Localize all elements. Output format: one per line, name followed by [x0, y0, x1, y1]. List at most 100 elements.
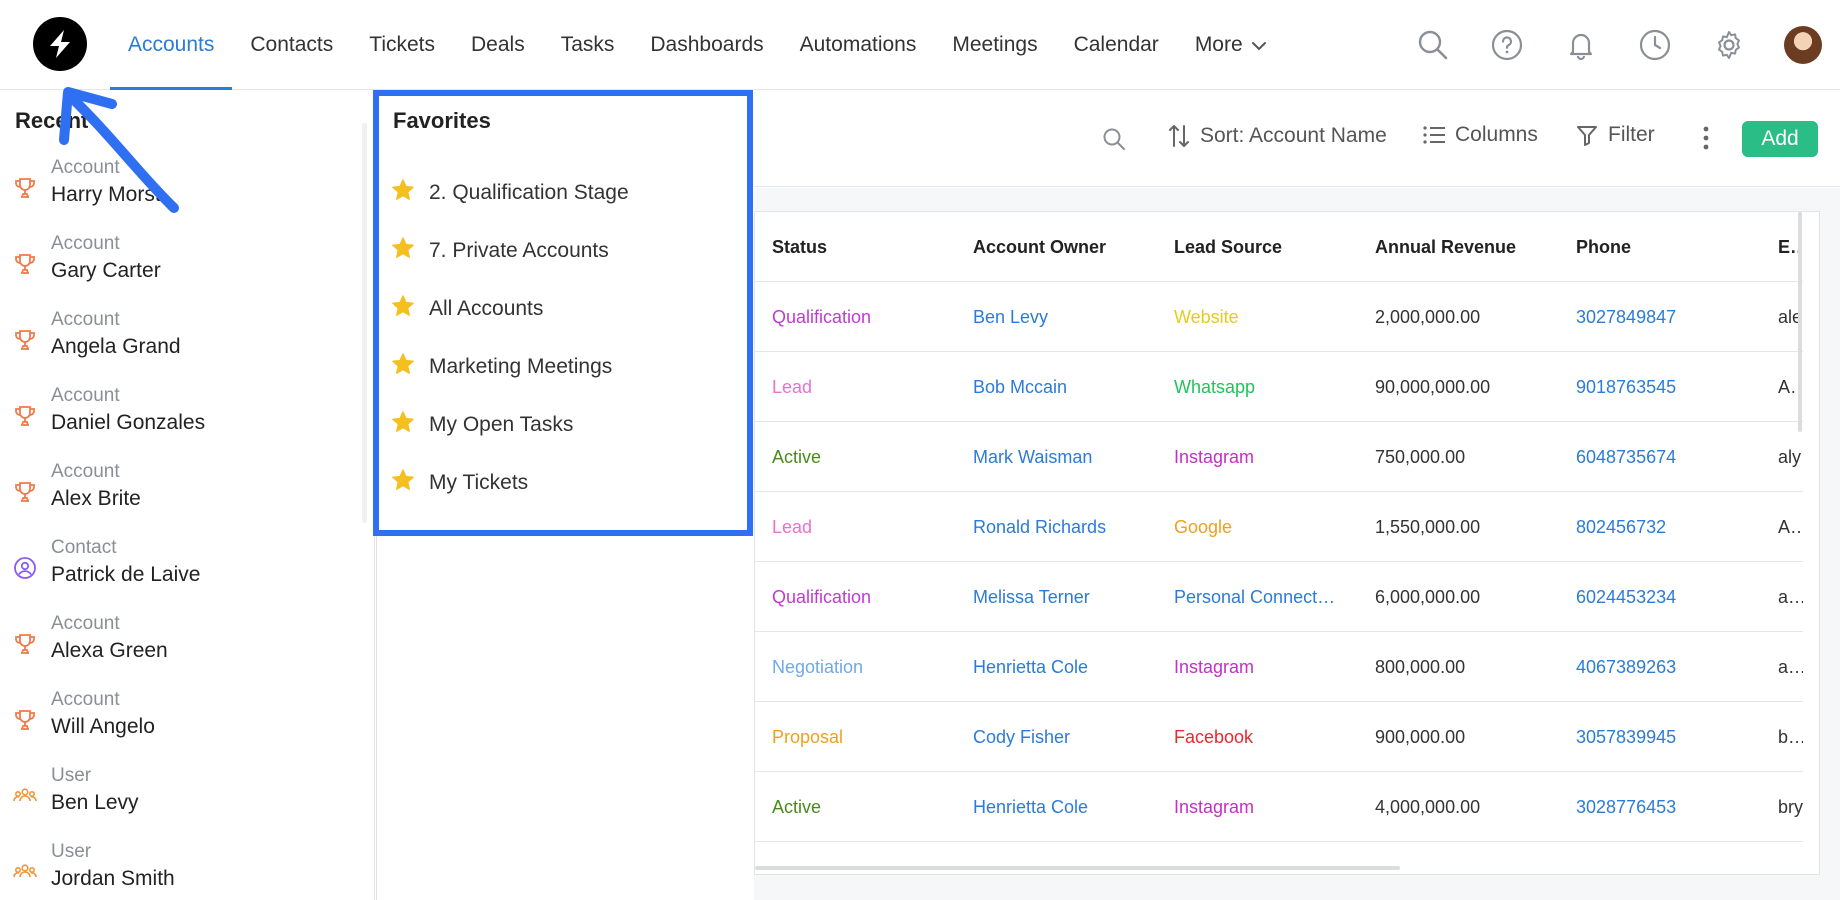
search-icon[interactable]: [1396, 0, 1470, 90]
table-horizontal-scrollbar[interactable]: [755, 866, 1400, 870]
table-row[interactable]: Qualification Ben Levy Website 2,000,000.00…: [755, 282, 1803, 352]
nav-item-tickets[interactable]: Tickets: [351, 0, 453, 90]
phone-link[interactable]: 6048735674: [1576, 422, 1756, 492]
help-icon[interactable]: [1470, 0, 1544, 90]
app-logo[interactable]: [33, 17, 87, 71]
recent-item[interactable]: Account Will Angelo: [0, 688, 360, 764]
columns-button[interactable]: Columns: [1423, 123, 1538, 147]
header-account-owner[interactable]: Account Owner: [973, 212, 1163, 282]
recent-item[interactable]: Account Gary Carter: [0, 232, 360, 308]
favorite-item[interactable]: 7. Private Accounts: [391, 222, 629, 280]
recent-item-name: Alex Brite: [51, 487, 141, 510]
phone-link[interactable]: 4067389263: [1576, 632, 1756, 702]
account-owner-link[interactable]: Mark Waisman: [973, 422, 1163, 492]
user-avatar[interactable]: [1766, 0, 1840, 90]
recent-item[interactable]: User Ben Levy: [0, 764, 360, 840]
phone-link[interactable]: 802456732: [1576, 492, 1756, 562]
nav-item-meetings[interactable]: Meetings: [934, 0, 1055, 90]
sort-button[interactable]: Sort: Account Name: [1168, 123, 1387, 149]
phone-link[interactable]: 6024453234: [1576, 562, 1756, 632]
favorite-item[interactable]: My Open Tasks: [391, 396, 629, 454]
table-vertical-scrollbar[interactable]: [1798, 212, 1802, 432]
table-row[interactable]: Active Mark Waisman Instagram 750,000.00 604…: [755, 422, 1803, 492]
nav-more-menu[interactable]: More: [1177, 0, 1285, 90]
annual-revenue-cell: 2,000,000.00: [1375, 307, 1481, 327]
phone-link[interactable]: 3027849847: [1576, 282, 1756, 352]
add-button[interactable]: Add: [1742, 121, 1818, 157]
trophy-icon: [13, 480, 37, 504]
recent-item-type: Account: [51, 689, 120, 710]
recent-list: Account Harry Morst Account Gary Carter Acco…: [0, 156, 360, 900]
recent-item[interactable]: Contact Patrick de Laive: [0, 536, 360, 612]
table-search-icon[interactable]: [1102, 127, 1126, 156]
email-cell: aly: [1778, 447, 1802, 467]
account-owner-link[interactable]: Henrietta Cole: [973, 632, 1163, 702]
nav-item-calendar[interactable]: Calendar: [1056, 0, 1177, 90]
account-owner-link[interactable]: Bob Mccain: [973, 352, 1163, 422]
nav-menu: Accounts Contacts Tickets Deals Tasks Dashboa…: [110, 0, 1285, 90]
recent-item-name: Gary Carter: [51, 259, 161, 282]
chevron-down-icon: [1251, 0, 1267, 90]
favorite-item[interactable]: 2. Qualification Stage: [391, 164, 629, 222]
header-status[interactable]: Status: [772, 212, 962, 282]
table-row[interactable]: Lead Bob Mccain Whatsapp 90,000,000.00 90187…: [755, 352, 1803, 422]
nav-item-tasks[interactable]: Tasks: [543, 0, 633, 90]
recent-item[interactable]: Account Daniel Gonzales: [0, 384, 360, 460]
recent-panel: Recent Account Harry Morst Account Gary Car…: [0, 91, 375, 900]
email-cell: Am: [1778, 517, 1803, 537]
phone-link[interactable]: 3028776453: [1576, 772, 1756, 842]
annual-revenue-cell: 4,000,000.00: [1375, 797, 1481, 817]
table-row[interactable]: Negotiation Henrietta Cole Instagram 800,00…: [755, 632, 1803, 702]
status-cell: Active: [772, 447, 822, 467]
favorite-item-label: 7. Private Accounts: [429, 239, 609, 262]
account-owner-link[interactable]: Melissa Terner: [973, 562, 1163, 632]
account-owner-link[interactable]: Cody Fisher: [973, 702, 1163, 772]
favorite-item-label: 2. Qualification Stage: [429, 181, 629, 204]
recent-item-type: Contact: [51, 537, 117, 558]
phone-link[interactable]: 9018763545: [1576, 352, 1756, 422]
status-cell: Qualification: [772, 587, 872, 607]
bell-icon[interactable]: [1544, 0, 1618, 90]
favorite-item[interactable]: All Accounts: [391, 280, 629, 338]
favorite-item[interactable]: My Tickets: [391, 454, 629, 512]
nav-item-dashboards[interactable]: Dashboards: [632, 0, 781, 90]
table-row[interactable]: Proposal Cody Fisher Facebook 900,000.00 305…: [755, 702, 1803, 772]
table-row[interactable]: Qualification Melissa Terner Personal Conn…: [755, 562, 1803, 632]
recent-item-name: Will Angelo: [51, 715, 155, 738]
table-row[interactable]: Lead Ronald Richards Google 1,550,000.00 802…: [755, 492, 1803, 562]
avatar: [1784, 26, 1822, 64]
table-row[interactable]: Active Henrietta Cole Instagram 4,000,000.0…: [755, 772, 1803, 842]
header-annual-revenue[interactable]: Annual Revenue: [1375, 212, 1555, 282]
filter-button[interactable]: Filter: [1576, 123, 1655, 147]
recent-item[interactable]: Account Harry Morst: [0, 156, 360, 232]
favorite-item-label: All Accounts: [429, 297, 544, 320]
favorite-item-label: My Open Tasks: [429, 413, 574, 436]
users-icon: [13, 860, 37, 884]
phone-link[interactable]: 3057839945: [1576, 702, 1756, 772]
account-owner-link[interactable]: Ben Levy: [973, 282, 1163, 352]
nav-item-contacts[interactable]: Contacts: [232, 0, 351, 90]
annual-revenue-cell: 800,000.00: [1375, 657, 1466, 677]
recent-item[interactable]: User Jordan Smith: [0, 840, 360, 900]
header-lead-source[interactable]: Lead Source: [1174, 212, 1339, 282]
lead-source-cell: Instagram: [1174, 797, 1255, 817]
status-cell: Proposal: [772, 727, 844, 747]
nav-item-accounts[interactable]: Accounts: [110, 0, 233, 90]
status-cell: Lead: [772, 377, 813, 397]
favorite-item[interactable]: Marketing Meetings: [391, 338, 629, 396]
gear-icon[interactable]: [1692, 0, 1766, 90]
history-icon[interactable]: [1618, 0, 1692, 90]
lead-source-cell: Instagram: [1174, 657, 1255, 677]
nav-item-deals[interactable]: Deals: [453, 0, 543, 90]
header-phone[interactable]: Phone: [1576, 212, 1756, 282]
recent-item[interactable]: Account Angela Grand: [0, 308, 360, 384]
recent-scrollbar[interactable]: [362, 123, 367, 523]
accounts-table: Status Account Owner Lead Source Annual …: [754, 211, 1820, 875]
account-owner-link[interactable]: Ronald Richards: [973, 492, 1163, 562]
recent-item[interactable]: Account Alexa Green: [0, 612, 360, 688]
nav-icon-bar: [1396, 0, 1840, 90]
recent-item[interactable]: Account Alex Brite: [0, 460, 360, 536]
more-options-icon[interactable]: [1702, 125, 1710, 156]
account-owner-link[interactable]: Henrietta Cole: [973, 772, 1163, 842]
nav-item-automations[interactable]: Automations: [782, 0, 935, 90]
